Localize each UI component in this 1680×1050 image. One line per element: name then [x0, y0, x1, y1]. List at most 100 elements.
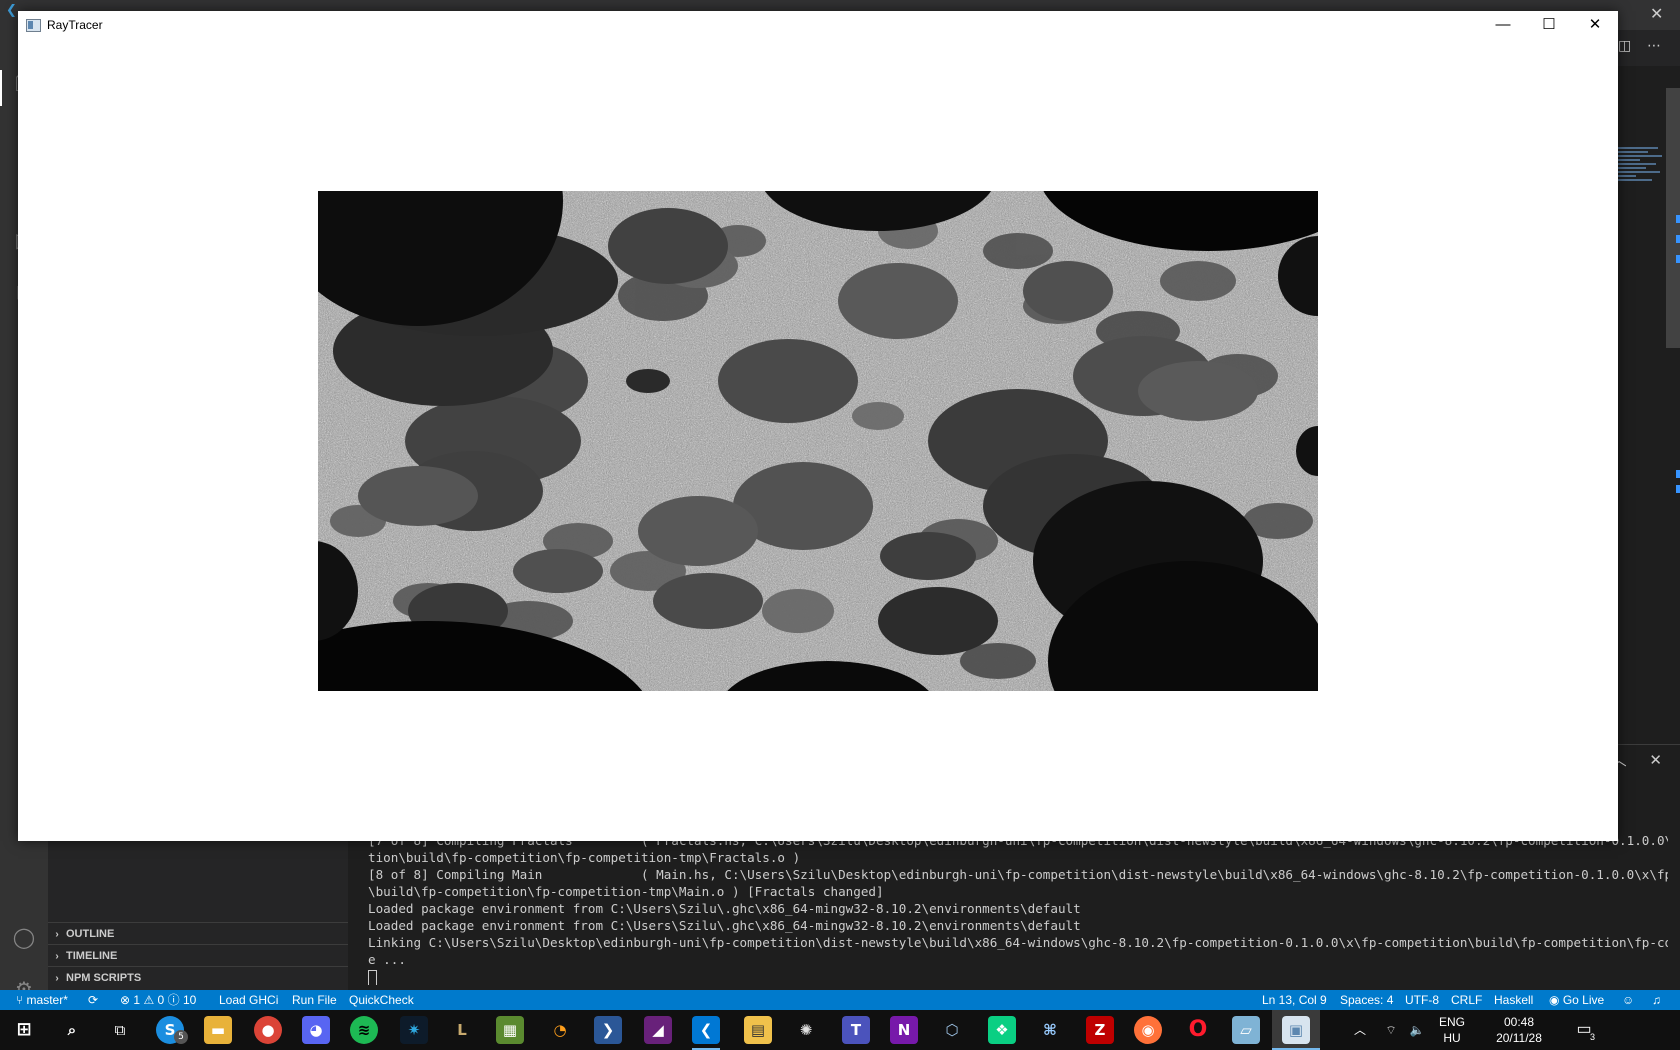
cursor-position[interactable]: Ln 13, Col 9	[1262, 990, 1327, 1010]
clock[interactable]: 00:48 20/11/28	[1484, 1010, 1554, 1046]
line-endings[interactable]: CRLF	[1451, 990, 1482, 1010]
warning-count: 0	[157, 993, 165, 1007]
chevron-right-icon: ›	[55, 973, 59, 984]
raytracer-title: RayTracer	[47, 18, 103, 32]
outline-label: OUTLINE	[66, 928, 115, 940]
terminal-cursor	[368, 969, 377, 985]
accounts-icon[interactable]: ◯	[10, 923, 38, 951]
windows-taskbar: ⊞ ⌕ ⧉ S 5 ▬ ● ◕ ≋ ✷ L ▦ ◔ ❯ ◢ ❮ ▤ ✺ T N …	[0, 1010, 1680, 1050]
file-explorer-icon[interactable]: ▬	[204, 1016, 232, 1044]
visual-studio-icon[interactable]: ◢	[644, 1016, 672, 1044]
more-actions-icon[interactable]: ⋯	[1647, 38, 1661, 54]
chevron-right-icon: ›	[55, 929, 59, 940]
minecraft-icon[interactable]: ▦	[496, 1016, 524, 1044]
opera-icon[interactable]: O	[1184, 1016, 1212, 1044]
firefox-icon[interactable]: ◉	[1134, 1016, 1162, 1044]
fractal-image	[318, 191, 1318, 691]
notifications-bell-icon[interactable]: ♫	[1652, 990, 1661, 1010]
search-icon[interactable]: ⌕	[58, 1016, 86, 1044]
vscode-logo-icon: ❮	[6, 3, 17, 18]
indentation[interactable]: Spaces: 4	[1340, 990, 1393, 1010]
terminal-line: Loaded package environment from C:\Users…	[368, 918, 1081, 933]
powershell-icon[interactable]: ❯	[594, 1016, 622, 1044]
raytracer-app-icon[interactable]: ▣	[1282, 1016, 1310, 1044]
league-of-legends-icon[interactable]: L	[448, 1016, 476, 1044]
windows-start-icon[interactable]: ⊞	[10, 1016, 38, 1044]
figma-icon[interactable]: ❖	[988, 1016, 1016, 1044]
branch-name: master*	[26, 993, 68, 1007]
branch-indicator[interactable]: ⑂ master*	[16, 990, 68, 1010]
npm-scripts-label: NPM SCRIPTS	[66, 972, 142, 984]
task-view-icon[interactable]: ⧉	[106, 1016, 134, 1044]
terminal-output[interactable]: [7 of 8] Compiling Fractals ( Fractals.h…	[368, 832, 1668, 985]
terminal-line: [8 of 8] Compiling Main ( Main.hs, C:\Us…	[368, 867, 1668, 882]
virtualbox-icon[interactable]: ⬡	[938, 1016, 966, 1044]
status-bar: ⑂ master* ⟳ ⊗ 1 ⚠ 0 ⓘ 10 Load GHCi Run F…	[0, 990, 1680, 1010]
problems-indicator[interactable]: ⊗ 1 ⚠ 0 ⓘ 10	[120, 990, 196, 1010]
action-center-icon[interactable]: ▭	[1564, 1010, 1604, 1050]
feedback-icon[interactable]: ☺	[1622, 990, 1634, 1010]
show-hidden-icons[interactable]: ︿	[1350, 1010, 1370, 1050]
maximize-button[interactable]: ☐	[1526, 11, 1572, 39]
settings-app-icon[interactable]: ✺	[792, 1016, 820, 1044]
scroll-marker	[1676, 255, 1680, 263]
system-tray: ︿ ⌔ 🔈 ENG HU 00:48 20/11/28 ▭ 3	[1350, 1010, 1680, 1050]
info-count: 10	[182, 993, 197, 1007]
raytracer-window-icon	[26, 19, 41, 32]
filezilla-icon[interactable]: Z	[1086, 1016, 1114, 1044]
teams-icon[interactable]: T	[842, 1016, 870, 1044]
split-editor-icon[interactable]: ◫	[1618, 38, 1631, 54]
terminal-line: Loaded package environment from C:\Users…	[368, 901, 1081, 916]
network-icon[interactable]: ⌔	[1380, 1010, 1402, 1050]
clock-date: 20/11/28	[1496, 1031, 1542, 1045]
terminal-prompt[interactable]	[368, 968, 1668, 985]
language-mode[interactable]: Haskell	[1494, 990, 1533, 1010]
raytracer-window[interactable]: RayTracer — ☐ ✕	[18, 11, 1618, 841]
error-count: 1	[133, 993, 141, 1007]
clock-time: 00:48	[1503, 1015, 1535, 1029]
terminal-line: Linking C:\Users\Szilu\Desktop\edinburgh…	[368, 935, 1668, 950]
notification-count: 3	[1590, 1032, 1596, 1042]
terminal-line: tion\build\fp-competition\fp-competition…	[368, 850, 801, 865]
input-language[interactable]: ENG HU	[1434, 1010, 1470, 1046]
error-icon: ⊗	[120, 993, 131, 1007]
battlenet-icon[interactable]: ✷	[400, 1016, 428, 1044]
chevron-right-icon: ›	[55, 951, 59, 962]
terminal-line: e ...	[368, 952, 406, 967]
volume-icon[interactable]: 🔈	[1406, 1010, 1428, 1050]
notepad-icon[interactable]: ▱	[1232, 1016, 1260, 1044]
origin-icon[interactable]: ◔	[546, 1016, 574, 1044]
close-button[interactable]: ✕	[1572, 11, 1618, 39]
minimap	[1618, 145, 1664, 205]
git-branch-icon: ⑂	[16, 993, 24, 1007]
sync-icon[interactable]: ⟳	[88, 990, 98, 1010]
timeline-section[interactable]: › TIMELINE	[48, 944, 348, 966]
folder-icon[interactable]: ▤	[744, 1016, 772, 1044]
discord-icon[interactable]: ◕	[302, 1016, 330, 1044]
quickcheck-button[interactable]: QuickCheck	[349, 990, 414, 1010]
encoding[interactable]: UTF-8	[1405, 990, 1439, 1010]
broadcast-icon: ◉	[1549, 993, 1560, 1007]
npm-scripts-section[interactable]: › NPM SCRIPTS	[48, 966, 348, 988]
language-label: ENG	[1438, 1015, 1465, 1029]
go-live-button[interactable]: ◉ Go Live	[1549, 990, 1604, 1010]
vscode-icon[interactable]: ❮	[692, 1016, 720, 1044]
close-panel-icon[interactable]: ✕	[1649, 751, 1662, 769]
go-live-label: Go Live	[1562, 993, 1605, 1007]
active-indicator	[0, 70, 2, 106]
scroll-marker	[1676, 470, 1680, 478]
warning-icon: ⚠	[143, 993, 155, 1007]
outline-section[interactable]: › OUTLINE	[48, 922, 348, 944]
raytracer-titlebar[interactable]: RayTracer — ☐ ✕	[18, 11, 1618, 39]
minimize-button[interactable]: —	[1480, 11, 1526, 39]
vscode-close-button[interactable]: ✕	[1650, 5, 1663, 23]
skype-badge: 5	[174, 1030, 188, 1044]
network-tool-icon[interactable]: ⌘	[1036, 1016, 1064, 1044]
timeline-label: TIMELINE	[66, 950, 118, 962]
chrome-icon[interactable]: ●	[254, 1016, 282, 1044]
spotify-icon[interactable]: ≋	[350, 1016, 378, 1044]
scroll-marker	[1676, 235, 1680, 243]
run-file-button[interactable]: Run File	[292, 990, 337, 1010]
load-ghci-button[interactable]: Load GHCi	[219, 990, 278, 1010]
onenote-icon[interactable]: N	[890, 1016, 918, 1044]
